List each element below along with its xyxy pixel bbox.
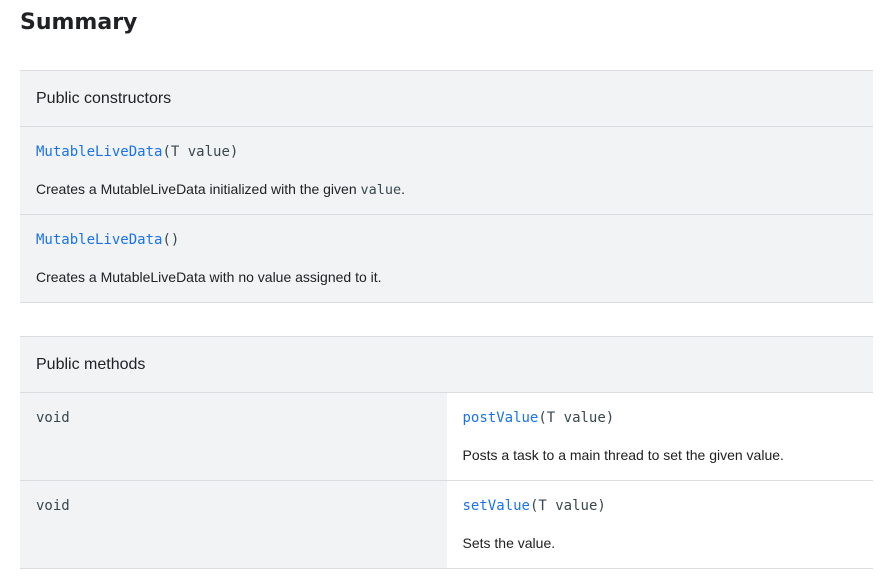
method-description: Posts a task to a main thread to set the… <box>462 447 784 463</box>
method-detail-cell: setValue(T value) Sets the value. <box>446 480 873 569</box>
public-constructors-table: Public constructors MutableLiveData(T va… <box>20 70 873 303</box>
constructor-link[interactable]: MutableLiveData <box>36 232 162 248</box>
constructor-description-suffix: . <box>401 181 406 197</box>
page-title: Summary <box>20 10 138 35</box>
public-constructors-header: Public constructors <box>20 70 873 127</box>
method-link[interactable]: postValue <box>463 410 539 426</box>
constructor-description-text: Creates a MutableLiveData with no value … <box>36 269 382 285</box>
constructor-description: Creates a MutableLiveData with no value … <box>36 267 857 288</box>
constructor-signature: MutableLiveData() <box>36 231 857 249</box>
constructor-row: MutableLiveData() Creates a MutableLiveD… <box>20 214 873 303</box>
method-detail-cell: postValue(T value) Posts a task to a mai… <box>446 392 873 481</box>
public-methods-table: Public methods void postValue(T value) P… <box>20 336 873 569</box>
method-return-type: void <box>36 498 70 514</box>
constructor-row: MutableLiveData(T value) Creates a Mutab… <box>20 126 873 215</box>
constructor-signature: MutableLiveData(T value) <box>36 143 857 161</box>
constructor-link[interactable]: MutableLiveData <box>36 144 162 160</box>
constructor-params: () <box>162 232 180 248</box>
method-params: (T value) <box>538 410 615 426</box>
method-signature: postValue(T value) <box>463 409 858 427</box>
method-link[interactable]: setValue <box>463 498 530 514</box>
method-row: void setValue(T value) Sets the value. <box>20 480 873 569</box>
constructor-description-code: value <box>360 182 402 198</box>
method-return-type-cell: void <box>20 392 447 481</box>
constructor-cell: MutableLiveData() Creates a MutableLiveD… <box>20 214 873 303</box>
public-methods-header: Public methods <box>20 336 873 393</box>
constructor-description-text: Creates a MutableLiveData initialized wi… <box>36 181 361 197</box>
method-return-type: void <box>36 410 70 426</box>
constructor-description: Creates a MutableLiveData initialized wi… <box>36 179 857 200</box>
method-row: void postValue(T value) Posts a task to … <box>20 392 873 481</box>
constructor-params: (T value) <box>162 144 239 160</box>
method-return-type-cell: void <box>20 480 447 569</box>
method-signature: setValue(T value) <box>463 497 858 515</box>
method-description: Sets the value. <box>462 535 556 551</box>
constructor-cell: MutableLiveData(T value) Creates a Mutab… <box>20 126 873 215</box>
method-params: (T value) <box>529 498 606 514</box>
